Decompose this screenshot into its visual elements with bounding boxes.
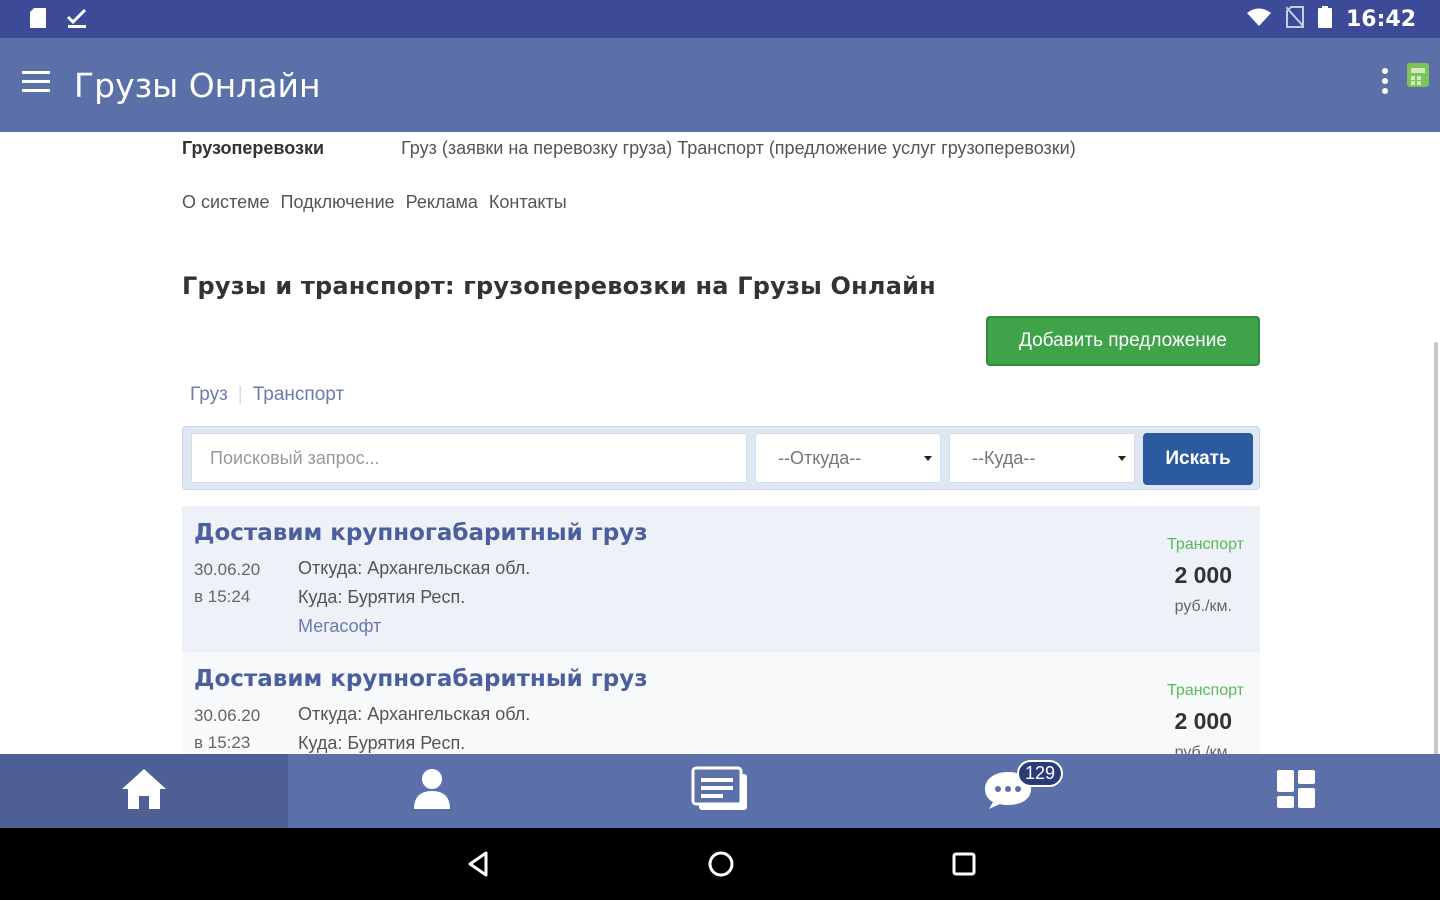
clock: 16:42: [1345, 7, 1416, 32]
secondary-nav: О системе Подключение Реклама Контакты: [182, 192, 573, 213]
page-title: Грузы и транспорт: грузоперевозки на Гру…: [182, 272, 936, 300]
listing-date: 30.06.20: [194, 706, 261, 725]
listing-item[interactable]: Доставим крупногабаритный груз 30.06.20 …: [182, 506, 1260, 652]
tab-messages[interactable]: 129: [864, 754, 1152, 828]
wifi-icon: [1246, 7, 1272, 32]
listing-price: 2 000: [1174, 708, 1232, 734]
listing-title[interactable]: Доставим крупногабаритный груз: [194, 520, 648, 546]
tab-cargo[interactable]: Груз: [190, 384, 228, 405]
bottom-nav: 129: [0, 754, 1440, 828]
listing-route: Откуда: Архангельская обл. Куда: Бурятия…: [298, 700, 530, 754]
recents-icon[interactable]: [951, 850, 977, 883]
add-offer-button[interactable]: Добавить предложение: [986, 316, 1260, 366]
caret-down-icon: [1118, 456, 1126, 461]
to-select-value: --Куда--: [972, 448, 1036, 468]
messages-badge: 129: [1017, 759, 1064, 787]
listing-title[interactable]: Доставим крупногабаритный груз: [194, 666, 648, 692]
listing-route: Откуда: Архангельская обл. Куда: Бурятия…: [298, 554, 530, 641]
to-select[interactable]: --Куда--: [949, 433, 1135, 483]
listing-price: 2 000: [1174, 562, 1232, 588]
listing-from: Откуда: Архангельская обл.: [298, 558, 531, 578]
home-circle-icon[interactable]: [707, 850, 735, 883]
listing-unit: руб./км.: [1174, 744, 1232, 754]
check-icon: [66, 7, 88, 34]
no-sim-icon: [1285, 6, 1305, 33]
home-icon: [120, 767, 168, 816]
app-title: Грузы Онлайн: [74, 66, 321, 105]
nav-section-label: Грузоперевозки: [182, 138, 325, 158]
listing-to: Куда: Бурятия Респ.: [298, 733, 466, 753]
tab-home[interactable]: [0, 754, 288, 828]
listing-type: Транспорт: [1167, 536, 1244, 553]
sd-card-icon: [28, 7, 48, 34]
listing-from: Откуда: Архангельская обл.: [298, 704, 531, 724]
tab-transport[interactable]: Транспорт: [253, 384, 344, 405]
web-content: Грузоперевозки Груз (заявки на перевозку…: [0, 132, 1440, 754]
listing-date: 30.06.20: [194, 560, 261, 579]
back-icon[interactable]: [466, 850, 490, 883]
listing-item[interactable]: Доставим крупногабаритный груз 30.06.20 …: [182, 652, 1260, 754]
nav-link-about[interactable]: О системе: [182, 192, 270, 212]
tab-news[interactable]: [576, 754, 864, 828]
nav-link-cargo[interactable]: Груз (заявки на перевозку груза): [401, 138, 672, 158]
listing-datetime: 30.06.20 в 15:23: [194, 702, 260, 754]
calculator-icon[interactable]: [1406, 60, 1430, 93]
scrollbar[interactable]: [1434, 342, 1438, 754]
listing-company[interactable]: Мегасофт: [298, 612, 530, 641]
listing-to: Куда: Бурятия Респ.: [298, 587, 466, 607]
listing-time: в 15:23: [194, 733, 251, 752]
search-input[interactable]: Поисковый запрос...: [191, 433, 747, 483]
listing-unit: руб./км.: [1174, 598, 1232, 615]
menu-icon[interactable]: [22, 71, 52, 97]
listing-datetime: 30.06.20 в 15:24: [194, 556, 260, 610]
caret-down-icon: [924, 456, 932, 461]
search-button[interactable]: Искать: [1143, 433, 1253, 485]
nav-link-transport[interactable]: Транспорт (предложение услуг грузоперево…: [677, 138, 1075, 158]
more-vert-icon[interactable]: [1376, 68, 1394, 102]
status-bar: 16:42: [0, 0, 1440, 38]
search-panel: Поисковый запрос... --Откуда-- --Куда-- …: [182, 426, 1260, 490]
tab-divider: |: [237, 384, 243, 405]
app-bar: Грузы Онлайн: [0, 38, 1440, 132]
system-nav-bar: [0, 828, 1440, 900]
dashboard-icon: [1275, 768, 1317, 815]
listing-type: Транспорт: [1167, 682, 1244, 699]
messages-icon: 129: [983, 759, 1064, 815]
tab-profile[interactable]: [288, 754, 576, 828]
nav-link-contacts[interactable]: Контакты: [489, 192, 567, 212]
profile-icon: [412, 767, 452, 816]
listing-tabs: Груз | Транспорт: [190, 384, 344, 406]
news-icon: [691, 766, 749, 817]
nav-link-ads[interactable]: Реклама: [406, 192, 478, 212]
listing-time: в 15:24: [194, 587, 251, 606]
from-select-value: --Откуда--: [778, 448, 862, 468]
from-select[interactable]: --Откуда--: [755, 433, 941, 483]
battery-icon: [1317, 6, 1332, 33]
primary-nav: Грузоперевозки Груз (заявки на перевозку…: [182, 138, 1076, 159]
tab-dashboard[interactable]: [1152, 754, 1440, 828]
nav-link-connect[interactable]: Подключение: [281, 192, 395, 212]
